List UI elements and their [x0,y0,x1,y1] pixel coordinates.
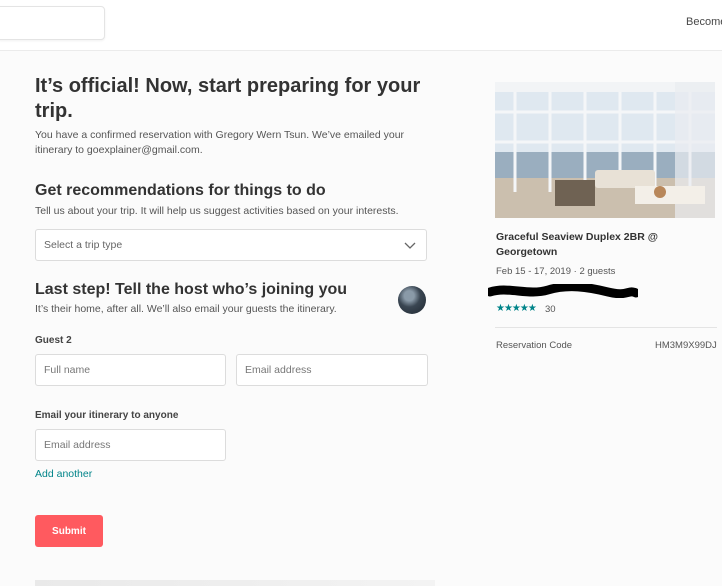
add-another-link[interactable]: Add another [35,468,92,480]
reservation-code-label: Reservation Code [496,340,573,351]
chevron-down-icon [404,242,416,249]
itinerary-email-label: Email your itinerary to anyone [35,410,179,421]
card-divider [495,327,717,328]
footer-text-cutoff [35,580,435,586]
host-avatar [398,286,426,314]
reservation-code-value: HM3M9X99DJ [655,340,717,351]
guest-full-name-input[interactable]: Full name [35,354,226,386]
guest-email-input[interactable]: Email address [236,354,428,386]
page-title: It’s official! Now, start preparing for … [35,75,421,122]
redaction-scribble [488,284,638,298]
trip-type-placeholder: Select a trip type [44,239,123,251]
trip-type-select[interactable]: Select a trip type [35,229,427,261]
star-rating-icon: ★★★★★ [496,303,537,314]
guests-heading: Last step! Tell the host who’s joining y… [35,281,348,298]
guests-subtitle: It’s their home, after all. We’ll also e… [35,303,337,315]
itinerary-email-input[interactable]: Email address [35,429,226,461]
recommendations-heading: Get recommendations for things to do [35,182,326,199]
full-name-placeholder: Full name [44,364,91,376]
top-navigation-bar: Become [0,0,722,51]
confirmation-message: You have a confirmed reservation with Gr… [35,129,405,156]
listing-dates-guests: Feb 15 - 17, 2019 · 2 guests [496,266,616,277]
submit-button[interactable]: Submit [35,515,103,547]
listing-photo-illustration [495,82,715,218]
become-host-link[interactable]: Become [686,16,722,28]
search-box[interactable] [0,6,105,40]
guest-email-placeholder: Email address [245,364,312,376]
listing-title[interactable]: Graceful Seaview Duplex 2BR @ Georgetown [496,230,696,260]
recommendations-subtitle: Tell us about your trip. It will help us… [35,205,399,217]
review-count: 30 [545,304,556,315]
itinerary-email-placeholder: Email address [44,439,111,451]
guest-2-label: Guest 2 [35,335,72,346]
listing-photo[interactable] [495,82,715,218]
